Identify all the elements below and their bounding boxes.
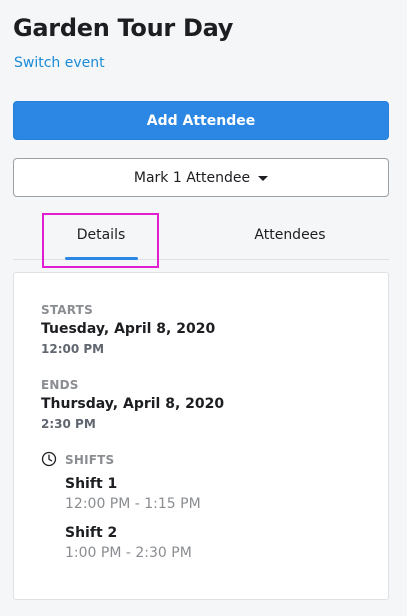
starts-label: STARTS: [41, 303, 93, 317]
tab-details-label: Details: [76, 226, 126, 243]
mark-attendee-label: Mark 1 Attendee: [133, 169, 251, 186]
switch-event-link[interactable]: Switch event: [14, 55, 105, 71]
details-card: STARTS Tuesday, April 8, 2020 12:00 PM E…: [13, 272, 389, 600]
add-attendee-button[interactable]: Add Attendee: [13, 101, 389, 140]
caret-down-icon: [258, 175, 269, 181]
ends-time: 2:30 PM: [41, 417, 96, 431]
tab-attendees[interactable]: Attendees: [226, 210, 354, 259]
ends-date: Thursday, April 8, 2020: [41, 396, 225, 412]
clock-icon: [41, 451, 57, 467]
add-attendee-label: Add Attendee: [146, 112, 256, 129]
active-tab-indicator: [65, 257, 138, 260]
tab-bar: Details Attendees: [13, 210, 389, 260]
shift-item: Shift 2 1:00 PM - 2:30 PM: [65, 525, 192, 561]
shift-name: Shift 1: [65, 476, 118, 492]
page-title: Garden Tour Day: [13, 14, 234, 42]
shift-time: 1:00 PM - 2:30 PM: [65, 545, 192, 561]
shifts-label: SHIFTS: [65, 453, 115, 467]
starts-time: 12:00 PM: [41, 342, 105, 356]
mark-attendee-dropdown[interactable]: Mark 1 Attendee: [13, 158, 389, 197]
ends-label: ENDS: [41, 378, 79, 392]
tab-details[interactable]: Details: [43, 210, 159, 259]
shift-time: 12:00 PM - 1:15 PM: [65, 496, 201, 512]
shift-item: Shift 1 12:00 PM - 1:15 PM: [65, 476, 201, 512]
starts-date: Tuesday, April 8, 2020: [41, 321, 216, 337]
shift-name: Shift 2: [65, 525, 118, 541]
tab-attendees-label: Attendees: [254, 226, 326, 243]
